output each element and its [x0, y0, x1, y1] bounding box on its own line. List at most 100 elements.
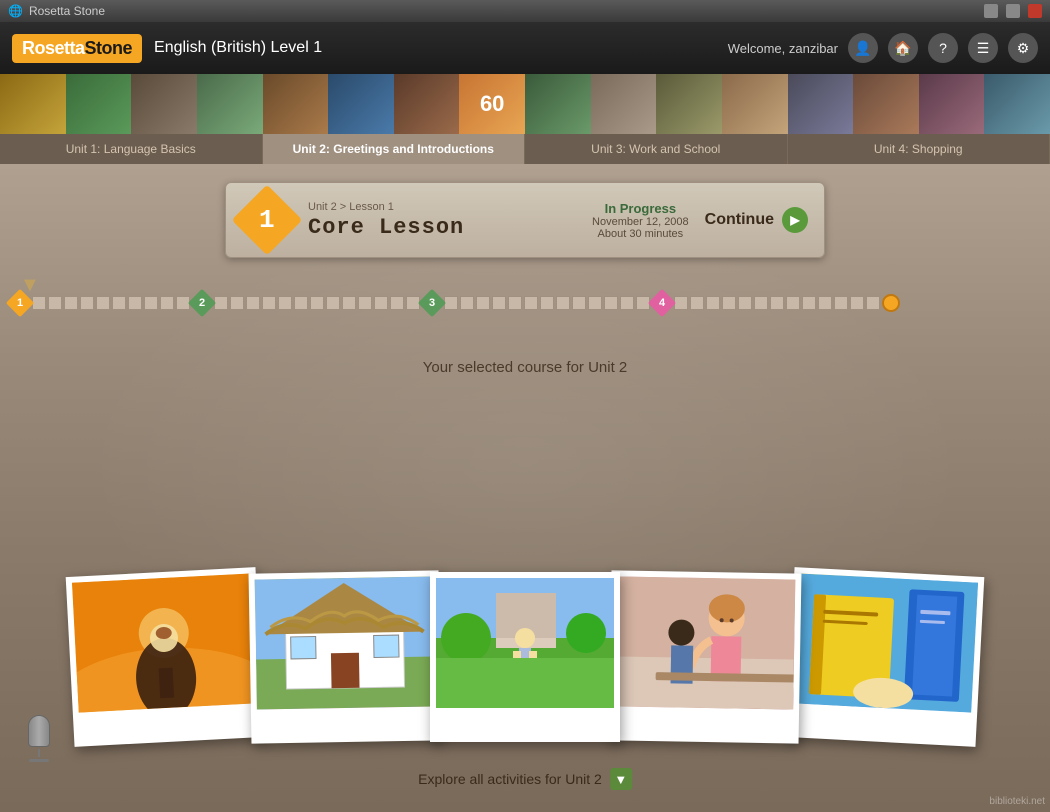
user-icon[interactable]: 👤: [848, 33, 878, 63]
strip-img-1: [0, 74, 66, 134]
prog-sq-16[interactable]: [294, 296, 308, 310]
prog-sq-13[interactable]: [246, 296, 260, 310]
prog-sq-43[interactable]: [770, 296, 784, 310]
app-title: Rosetta Stone: [29, 4, 105, 18]
prog-sq-29[interactable]: [524, 296, 538, 310]
prog-sq-42[interactable]: [754, 296, 768, 310]
photo-frame-3[interactable]: [430, 572, 620, 742]
prog-sq-48[interactable]: [850, 296, 864, 310]
tab-unit1[interactable]: Unit 1: Language Basics: [0, 134, 263, 164]
close-button[interactable]: [1028, 4, 1042, 18]
prog-sq-1[interactable]: [32, 296, 46, 310]
play-icon: ▶: [782, 207, 808, 233]
prog-sq-19[interactable]: [342, 296, 356, 310]
photo-strip: [0, 562, 1050, 752]
strip-img-10: [591, 74, 657, 134]
menu-icon[interactable]: ☰: [968, 33, 998, 63]
prog-sq-24[interactable]: [444, 296, 458, 310]
strip-img-8: 60: [459, 74, 525, 134]
continue-button[interactable]: Continue ▶: [705, 207, 808, 233]
watermark: biblioteki.net: [989, 796, 1045, 807]
prog-sq-12[interactable]: [230, 296, 244, 310]
prog-sq-33[interactable]: [588, 296, 602, 310]
strip-img-16: [984, 74, 1050, 134]
strip-img-9: [525, 74, 591, 134]
prog-sq-9[interactable]: [160, 296, 174, 310]
mic-body: [28, 715, 50, 747]
minimize-button[interactable]: [984, 4, 998, 18]
prog-sq-22[interactable]: [390, 296, 404, 310]
progress-circle-end[interactable]: [882, 294, 900, 312]
lesson-card: 1 Unit 2 > Lesson 1 Core Lesson In Progr…: [225, 182, 825, 258]
help-icon[interactable]: ?: [928, 33, 958, 63]
prog-sq-6[interactable]: [112, 296, 126, 310]
prog-sq-3[interactable]: [64, 296, 78, 310]
tab-unit4[interactable]: Unit 4: Shopping: [788, 134, 1050, 164]
prog-sq-14[interactable]: [262, 296, 276, 310]
prog-sq-5[interactable]: [96, 296, 110, 310]
tab-unit3[interactable]: Unit 3: Work and School: [525, 134, 788, 164]
prog-sq-47[interactable]: [834, 296, 848, 310]
photo-3: [436, 578, 614, 708]
header-right: Welcome, zanzibar 👤 🏠 ? ☰ ⚙: [728, 33, 1038, 63]
prog-sq-20[interactable]: [358, 296, 372, 310]
home-icon[interactable]: 🏠: [888, 33, 918, 63]
image-strip: 60: [0, 74, 1050, 134]
prog-sq-25[interactable]: [460, 296, 474, 310]
prog-sq-26[interactable]: [476, 296, 490, 310]
prog-sq-30[interactable]: [540, 296, 554, 310]
prog-sq-27[interactable]: [492, 296, 506, 310]
prog-sq-38[interactable]: [690, 296, 704, 310]
settings-icon[interactable]: ⚙: [1008, 33, 1038, 63]
tab-unit2[interactable]: Unit 2: Greetings and Introductions: [263, 134, 526, 164]
lesson-path: Unit 2 > Lesson 1: [308, 201, 576, 213]
status-date: November 12, 2008: [592, 216, 689, 228]
prog-sq-39[interactable]: [706, 296, 720, 310]
prog-sq-44[interactable]: [786, 296, 800, 310]
prog-sq-7[interactable]: [128, 296, 142, 310]
explore-arrow-icon: ▼: [610, 768, 632, 790]
progress-diamond-4[interactable]: 4: [648, 289, 676, 317]
prog-sq-41[interactable]: [738, 296, 752, 310]
prog-sq-46[interactable]: [818, 296, 832, 310]
unit-tabs: Unit 1: Language Basics Unit 2: Greeting…: [0, 134, 1050, 164]
progress-diamond-3[interactable]: 3: [418, 289, 446, 317]
lesson-name: Core Lesson: [308, 215, 576, 240]
maximize-button[interactable]: [1006, 4, 1020, 18]
prog-sq-45[interactable]: [802, 296, 816, 310]
prog-sq-4[interactable]: [80, 296, 94, 310]
photo-frame-4[interactable]: [609, 570, 802, 743]
mic-stand: [38, 749, 40, 757]
prog-sq-40[interactable]: [722, 296, 736, 310]
prog-sq-11[interactable]: [214, 296, 228, 310]
progress-diamond-1[interactable]: 1: [6, 289, 34, 317]
prog-sq-15[interactable]: [278, 296, 292, 310]
strip-img-11: [656, 74, 722, 134]
prog-sq-2[interactable]: [48, 296, 62, 310]
prog-sq-31[interactable]: [556, 296, 570, 310]
prog-sq-32[interactable]: [572, 296, 586, 310]
prog-sq-35[interactable]: [620, 296, 634, 310]
window-controls: [980, 4, 1042, 18]
prog-sq-28[interactable]: [508, 296, 522, 310]
selected-course-text: Your selected course for Unit 2: [423, 359, 628, 376]
prog-sq-21[interactable]: [374, 296, 388, 310]
prog-sq-37[interactable]: [674, 296, 688, 310]
main-content: 1 Unit 2 > Lesson 1 Core Lesson In Progr…: [0, 164, 1050, 812]
prog-sq-34[interactable]: [604, 296, 618, 310]
logo[interactable]: RosettaStone: [12, 34, 142, 63]
titlebar: 🌐 Rosetta Stone: [0, 0, 1050, 22]
photo-frame-1[interactable]: [66, 567, 265, 747]
continue-label: Continue: [705, 211, 774, 229]
strip-img-12: [722, 74, 788, 134]
photo-frame-5[interactable]: [786, 567, 985, 747]
photo-frame-2[interactable]: [249, 570, 442, 743]
photo-4: [615, 576, 795, 709]
prog-sq-8[interactable]: [144, 296, 158, 310]
lesson-status: In Progress November 12, 2008 About 30 m…: [592, 201, 689, 240]
prog-sq-49[interactable]: [866, 296, 880, 310]
explore-button[interactable]: Explore all activities for Unit 2 ▼: [418, 768, 632, 790]
progress-diamond-2[interactable]: 2: [188, 289, 216, 317]
prog-sq-17[interactable]: [310, 296, 324, 310]
prog-sq-18[interactable]: [326, 296, 340, 310]
